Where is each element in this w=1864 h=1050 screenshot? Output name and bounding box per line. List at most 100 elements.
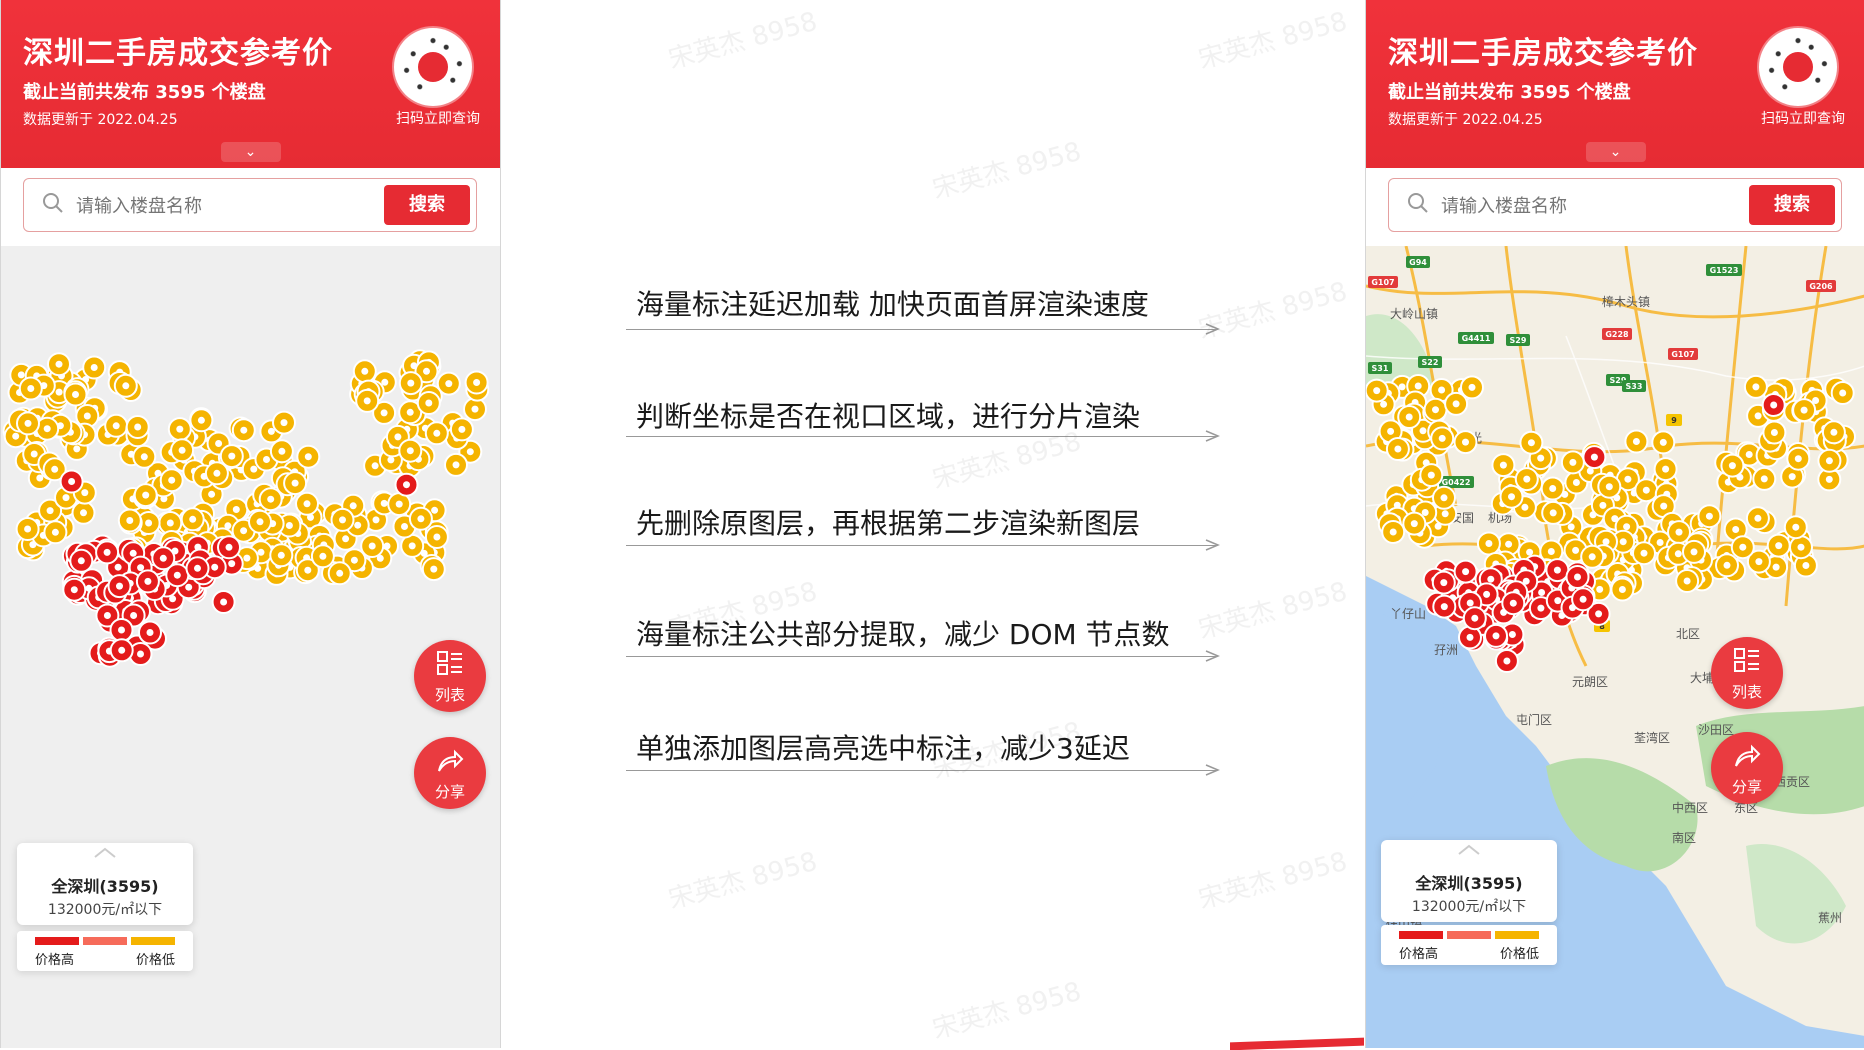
map-marker-center bbox=[1452, 400, 1460, 408]
map-marker-center bbox=[1662, 465, 1670, 473]
map-marker-center bbox=[1440, 579, 1448, 587]
share-button[interactable]: 分享 bbox=[414, 737, 486, 809]
map-marker-center bbox=[1466, 599, 1474, 607]
update-date: 数据更新于 2022.04.25 bbox=[23, 112, 178, 128]
map-marker-center bbox=[1760, 475, 1768, 483]
price-legend: 价格高 价格低 bbox=[1381, 925, 1557, 965]
map-marker-center bbox=[1462, 568, 1470, 576]
map-marker-center bbox=[401, 523, 408, 530]
map-marker-center bbox=[103, 612, 111, 619]
map-marker-center bbox=[176, 425, 184, 433]
map-marker-center bbox=[1800, 406, 1808, 414]
map-marker-center bbox=[1579, 595, 1587, 603]
map-marker-center bbox=[1683, 577, 1691, 585]
app-subtitle: 截止当前共发布 3595 个楼盘 bbox=[23, 82, 266, 103]
map-marker-center bbox=[1441, 510, 1449, 518]
map-marker-center bbox=[213, 469, 221, 477]
qr-code-icon[interactable] bbox=[394, 28, 472, 106]
map-marker-center bbox=[1387, 427, 1395, 435]
map-marker-center bbox=[1825, 457, 1833, 465]
map-label: 北区 bbox=[1676, 627, 1700, 641]
map-marker-center bbox=[257, 548, 265, 556]
map-marker-center bbox=[1419, 427, 1427, 435]
map-marker-center bbox=[1547, 548, 1555, 555]
search-input[interactable] bbox=[1439, 189, 1693, 223]
map-marker-center bbox=[1549, 485, 1557, 492]
map-marker-center bbox=[1690, 548, 1698, 556]
map-marker-center bbox=[126, 517, 134, 524]
qr-label: 扫码立即查询 bbox=[396, 111, 480, 127]
map-marker-center bbox=[423, 367, 430, 375]
map-marker-center bbox=[1675, 528, 1683, 536]
phone-preview-left: 深圳二手房成交参考价 截止当前共发布 3595 个楼盘 数据更新于 2022.0… bbox=[0, 0, 501, 1048]
road-badge-label: G206 bbox=[1809, 282, 1833, 291]
map-marker-center bbox=[1754, 514, 1762, 522]
map-marker-center bbox=[1642, 486, 1650, 494]
list-button[interactable]: 列表 bbox=[414, 640, 486, 712]
map-marker-center bbox=[363, 397, 371, 405]
summary-card[interactable]: 全深圳(3595) 132000元/㎡以下 bbox=[1381, 840, 1557, 922]
chevron-down-icon[interactable]: ⌄ bbox=[220, 142, 281, 162]
step-3-arrow-line bbox=[626, 545, 1216, 546]
share-button[interactable]: 分享 bbox=[1711, 732, 1783, 804]
map-marker-center bbox=[1728, 462, 1736, 470]
arrow-right-icon bbox=[1205, 539, 1220, 551]
road-badge-label: G1523 bbox=[1710, 266, 1739, 275]
road-badge-label: G228 bbox=[1605, 330, 1629, 339]
search-button[interactable]: 搜索 bbox=[384, 185, 470, 225]
map-marker-center bbox=[1754, 412, 1762, 420]
map-marker-center bbox=[1656, 539, 1664, 546]
step-4-arrow-line bbox=[626, 656, 1216, 657]
map-marker-center bbox=[368, 542, 376, 550]
search-icon bbox=[43, 193, 63, 213]
map-marker-center bbox=[394, 433, 402, 441]
map-marker-center bbox=[194, 564, 201, 572]
map-marker-center bbox=[80, 509, 87, 517]
search-icon bbox=[1408, 193, 1428, 213]
map-marker-center bbox=[1462, 438, 1469, 446]
map-marker-center bbox=[114, 563, 122, 571]
map-marker-center bbox=[1705, 512, 1713, 520]
map-marker-center bbox=[211, 563, 219, 571]
summary-card[interactable]: 全深圳(3595) 132000元/㎡以下 bbox=[17, 843, 193, 925]
chevron-up-icon bbox=[94, 847, 116, 858]
map-marker-center bbox=[256, 518, 264, 526]
chevron-up-icon bbox=[1458, 844, 1480, 855]
map-marker-center bbox=[1523, 475, 1531, 483]
map-marker-center bbox=[1623, 523, 1631, 531]
update-date: 数据更新于 2022.04.25 bbox=[1388, 112, 1543, 128]
map-label: 元朗区 bbox=[1572, 675, 1608, 689]
map-marker-center bbox=[1596, 585, 1604, 593]
map-marker-center bbox=[140, 453, 148, 461]
map-marker-center bbox=[1405, 413, 1413, 421]
map-marker-center bbox=[407, 379, 415, 387]
qr-code-icon[interactable] bbox=[1759, 28, 1837, 106]
map-marker-center bbox=[1492, 632, 1500, 640]
map-marker-center bbox=[339, 516, 346, 524]
map-marker-center bbox=[228, 452, 236, 460]
map-marker-center bbox=[1723, 561, 1731, 569]
map-marker-center bbox=[1483, 590, 1491, 598]
road-badge-label: G94 bbox=[1409, 258, 1427, 267]
map-view[interactable] bbox=[1, 246, 500, 1048]
road-badge-label: 9 bbox=[1671, 416, 1677, 425]
search-button[interactable]: 搜索 bbox=[1749, 185, 1835, 225]
map-marker-center bbox=[406, 408, 414, 416]
map-marker-center bbox=[83, 412, 91, 420]
step-2-arrow-line bbox=[626, 436, 1216, 437]
map-marker-center bbox=[228, 560, 236, 568]
step-3-text: 先删除原图层，再根据第二步渲染新图层 bbox=[636, 507, 1141, 540]
map-marker-center bbox=[278, 447, 286, 455]
map-marker-center bbox=[1595, 610, 1603, 618]
list-button[interactable]: 列表 bbox=[1711, 637, 1783, 709]
map-marker-center bbox=[1389, 528, 1397, 536]
arrow-right-icon bbox=[1205, 650, 1220, 662]
chevron-down-icon[interactable]: ⌄ bbox=[1585, 142, 1646, 162]
arrow-right-icon bbox=[1205, 430, 1220, 442]
map-marker-center bbox=[243, 554, 251, 562]
map-marker-center bbox=[336, 569, 344, 577]
map-marker-center bbox=[1640, 549, 1648, 557]
search-input[interactable] bbox=[74, 189, 328, 223]
map-marker-center bbox=[304, 453, 312, 461]
map-marker-center bbox=[62, 494, 70, 502]
